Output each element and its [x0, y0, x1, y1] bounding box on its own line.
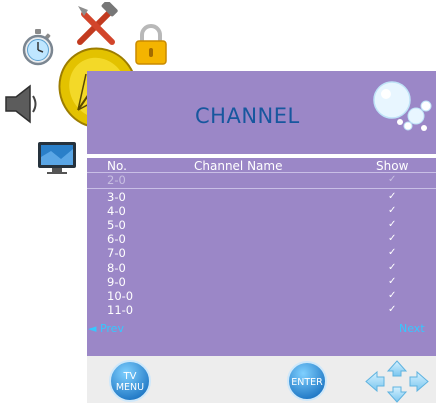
channel-number: 6-0 [107, 232, 126, 246]
show-checkbox[interactable]: ✓ [388, 262, 396, 274]
table-row[interactable]: 4-0 ✓ [87, 205, 436, 217]
row-divider [87, 188, 436, 189]
channel-number: 7-0 [107, 246, 126, 260]
table-row[interactable]: 9-0 ✓ [87, 276, 436, 288]
speaker-icon[interactable] [2, 82, 42, 126]
table-row[interactable]: 7-0 ✓ [87, 247, 436, 259]
show-checkbox[interactable]: ✓ [388, 219, 396, 231]
arrow-left-icon [365, 370, 385, 393]
enter-button[interactable]: ENTER [286, 360, 328, 402]
show-checkbox[interactable]: ✓ [388, 304, 396, 316]
tools-icon[interactable] [72, 2, 120, 48]
prev-page-link[interactable]: ◄ Prev [88, 322, 124, 335]
arrow-up-icon [386, 360, 408, 377]
channel-number: 8-0 [107, 261, 126, 275]
enter-label: ENTER [291, 377, 323, 388]
tv-menu-label-line2: MENU [116, 382, 144, 393]
column-header-channel-name: Channel Name [194, 159, 283, 173]
show-checkbox[interactable]: ✓ [388, 290, 396, 302]
channel-number: 2-0 [107, 173, 126, 187]
show-checkbox[interactable]: ✓ [388, 276, 396, 288]
show-checkbox[interactable]: ✓ [388, 174, 396, 186]
header-divider [87, 172, 436, 173]
channel-number: 5-0 [107, 218, 126, 232]
table-row[interactable]: 8-0 ✓ [87, 262, 436, 274]
show-checkbox[interactable]: ✓ [388, 205, 396, 217]
page-title: CHANNEL [195, 104, 300, 128]
column-header-no: No. [107, 159, 127, 173]
show-checkbox[interactable]: ✓ [388, 191, 396, 203]
channel-number: 10-0 [107, 289, 134, 303]
arrow-down-icon [386, 386, 408, 403]
channel-number: 3-0 [107, 190, 126, 204]
show-checkbox[interactable]: ✓ [388, 233, 396, 245]
table-row[interactable]: 10-0 ✓ [87, 290, 436, 302]
column-header-show: Show [376, 159, 409, 173]
table-row[interactable]: 5-0 ✓ [87, 219, 436, 231]
next-page-link[interactable]: Next [399, 322, 425, 335]
table-row[interactable]: 2-0 ✓ [87, 174, 436, 186]
table-row[interactable]: 3-0 ✓ [87, 191, 436, 203]
arrow-right-icon [409, 370, 429, 393]
tv-menu-label-line1: TV [123, 371, 137, 382]
channel-number: 11-0 [107, 303, 134, 317]
show-checkbox[interactable]: ✓ [388, 247, 396, 259]
tv-menu-button[interactable]: TV MENU [108, 359, 152, 403]
table-row[interactable]: 6-0 ✓ [87, 233, 436, 245]
channel-number: 9-0 [107, 275, 126, 289]
monitor-icon[interactable] [37, 141, 77, 175]
bubbles-icon [373, 81, 432, 131]
table-row[interactable]: 11-0 ✓ [87, 304, 436, 316]
channel-number: 4-0 [107, 204, 126, 218]
dpad-arrows-icon[interactable] [364, 360, 430, 403]
